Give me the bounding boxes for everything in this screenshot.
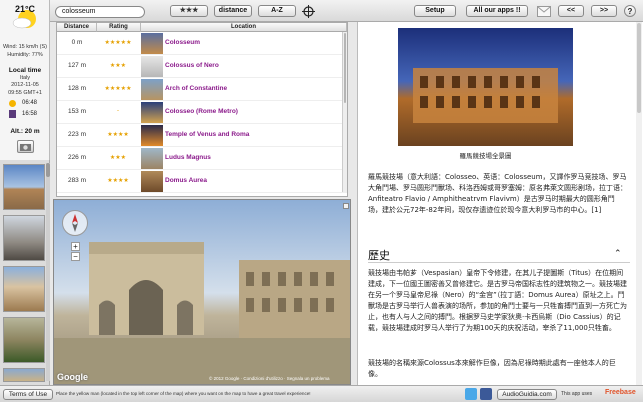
az-sort-button[interactable]: A-Z [258,5,296,17]
row-thumbnail [141,102,163,123]
photo-thumbnail[interactable] [3,317,45,363]
all-apps-button[interactable]: All our apps !! [466,5,528,17]
row-thumbnail [141,125,163,146]
freebase-logo[interactable]: Freebase [605,389,636,396]
setup-button[interactable]: Setup [414,5,456,17]
history-heading: 歷史 [368,249,390,262]
row-distance: 153 m [67,108,87,115]
row-name: Colossus of Nero [165,62,219,69]
pegman-icon[interactable] [343,203,349,209]
article-panel: 羅馬競技場全景圖 羅馬競技場（意大利語：Colosseo、英语：Colosseu… [357,22,643,385]
zoom-out-button[interactable]: − [71,252,80,261]
row-thumbnail [141,33,163,54]
hint-text: Place the yellow man (located in the top… [56,391,311,396]
row-rating: ★★★★★ [104,86,132,92]
compass-control[interactable] [62,210,88,236]
app-uses-text: This app uses [561,391,593,397]
header-distance[interactable]: Distance [57,23,97,32]
search-input[interactable]: colosseum [55,6,145,18]
audioguidia-button[interactable]: AudioGuidia.com [497,389,557,400]
street-view[interactable]: + − Google © 2012 Google · Condizioni d'… [53,199,351,385]
strip-scrollbar[interactable] [46,163,50,381]
photo-strip [0,160,50,385]
row-name: Ludus Magnus [165,154,211,161]
table-row[interactable]: 283 m ★★★★ Domus Aurea [57,170,347,193]
row-distance: 127 m [67,62,87,69]
table-row[interactable]: 153 m - Colosseo (Rome Metro) [57,101,347,124]
bottom-bar: Terms of Use Place the yellow man (locat… [0,385,643,402]
results-table: Distance Rating Location 0 m ★★★★★ Colos… [56,22,348,197]
stars-filter-button[interactable]: ★★★ [170,5,208,17]
sunrise-text: 06:48 [22,100,38,106]
row-rating: ★★★★ [107,178,129,184]
heading-divider [368,262,630,263]
next-button[interactable]: >> [591,5,617,17]
row-thumbnail [141,56,163,77]
header-location[interactable]: Location [141,23,347,32]
table-row[interactable]: 0 m ★★★★★ Colosseum [57,32,347,55]
info-panel: 21°C Wind: 15 km/h (S) Humidity: 77% Loc… [0,0,50,160]
mail-icon[interactable] [537,6,551,17]
locate-icon[interactable] [302,5,315,18]
moon-icon [9,110,16,118]
help-button[interactable]: ? [624,5,636,17]
row-distance: 0 m [71,39,83,46]
collapse-icon[interactable]: ⌃ [614,248,622,259]
row-name: Temple of Venus and Roma [165,131,250,138]
table-scrollbar[interactable] [342,32,347,192]
table-row[interactable]: 127 m ★★★ Colossus of Nero [57,55,347,78]
row-rating: ★★★ [109,63,127,69]
row-rating: - [117,108,119,114]
row-rating: ★★★ [109,155,127,161]
table-row[interactable]: 128 m ★★★★★ Arch of Constantine [57,78,347,101]
google-logo: Google [57,372,88,382]
street-copyright: © 2012 Google · Condizioni d'utilizzo · … [209,376,330,381]
humidity-text: Humidity: 77% [7,52,43,58]
row-rating: ★★★★ [107,132,129,138]
row-thumbnail [141,148,163,169]
row-thumbnail [141,171,163,192]
row-name: Colosseum [165,39,201,46]
name-paragraph: 競技場的名稱來源Colossus本來解作巨像，因為尼祿時期此處有一座他本人的巨像… [368,359,616,378]
row-distance: 283 m [67,177,87,184]
twitter-icon[interactable] [465,388,477,400]
sunset-text: 16:58 [22,111,38,117]
history-paragraph: 競技場由韦帕芗（Vespasian）皇帝下令修建，在其儿子提圖斯（Titus）在… [368,269,627,332]
row-distance: 128 m [67,85,87,92]
article-scrollbar[interactable] [636,22,642,385]
row-distance: 223 m [67,131,87,138]
photo-caption: 羅馬競技場全景圖 [459,152,512,160]
terms-button[interactable]: Terms of Use [3,389,53,400]
colosseum-photo [398,28,573,146]
distance-sort-button[interactable]: distance [214,5,252,17]
table-row[interactable]: 223 m ★★★★ Temple of Venus and Roma [57,124,347,147]
date-text: 2012-11-05 [11,82,39,88]
street-view-scene [54,200,350,384]
photo-thumbnail[interactable] [3,164,45,210]
facebook-icon[interactable] [480,388,492,400]
prev-button[interactable]: << [558,5,584,17]
row-thumbnail [141,79,163,100]
row-distance: 226 m [67,154,87,161]
country-text: Italy [19,75,31,81]
time-text: 09:55 GMT+1 [8,90,42,96]
altitude-text: Alt.: 20 m [10,128,40,135]
row-rating: ★★★★★ [104,40,132,46]
temperature: 21°C [14,4,36,14]
wind-text: Wind: 15 km/h (S) [2,44,47,50]
photo-thumbnail[interactable] [3,215,45,261]
sunrise-icon [9,100,16,107]
header-rating[interactable]: Rating [97,23,141,32]
camera-icon[interactable] [17,140,34,153]
local-time-label: Local time [8,67,42,74]
row-name: Colosseo (Rome Metro) [165,108,238,115]
table-row[interactable]: 226 m ★★★ Ludus Magnus [57,147,347,170]
row-name: Domus Aurea [165,177,208,184]
intro-paragraph: 羅馬競技場（意大利語：Colosseo、英语：Colosseum，又譯作罗马竞技… [368,173,627,214]
zoom-in-button[interactable]: + [71,242,80,251]
photo-thumbnail[interactable] [3,266,45,312]
photo-thumbnail[interactable] [3,368,45,382]
row-name: Arch of Constantine [165,85,228,92]
